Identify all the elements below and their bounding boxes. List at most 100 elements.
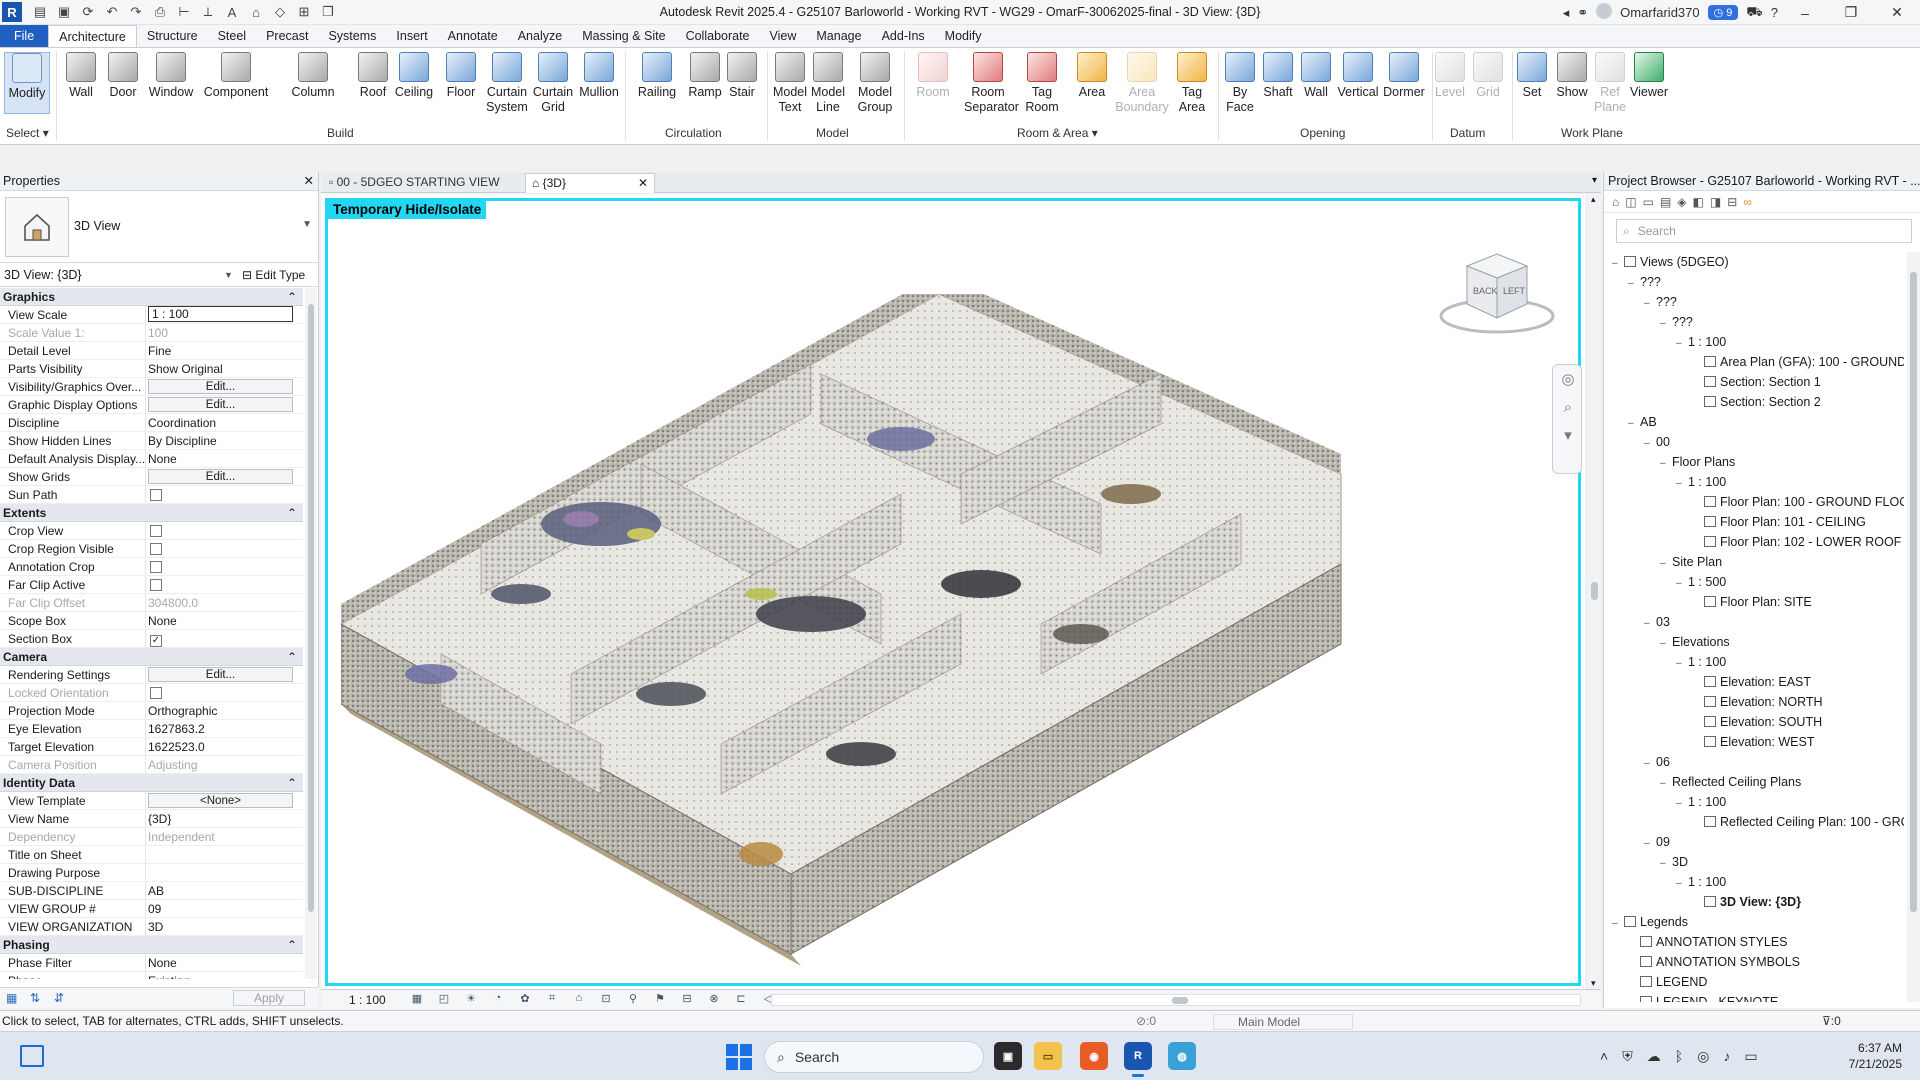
collapse-toggle-icon[interactable]: – [1660, 314, 1672, 334]
browser-group-item[interactable]: – Views (5DGEO) [1604, 252, 1904, 272]
property-value[interactable]: None [146, 450, 303, 467]
curtain-system-tool[interactable]: Curtain System [482, 52, 532, 115]
browser-view-item[interactable]: Section: Section 1 [1604, 372, 1904, 392]
close-icon[interactable]: ✕ [304, 172, 314, 191]
property-value[interactable]: 1622523.0 [146, 738, 303, 755]
text-icon[interactable]: A [222, 3, 242, 21]
tab-systems[interactable]: Systems [318, 25, 386, 47]
view-scale-input[interactable]: 1 : 100 [148, 306, 293, 322]
file-explorer-icon[interactable]: ▭ [1034, 1042, 1062, 1070]
edit-button[interactable]: Edit... [148, 667, 293, 682]
collapse-toggle-icon[interactable]: – [1628, 414, 1640, 434]
property-checkbox[interactable] [150, 561, 162, 573]
shaft-tool[interactable]: Shaft [1256, 52, 1300, 100]
crop-view-icon[interactable]: ⌗ [543, 992, 561, 1008]
browser-view-item[interactable]: Elevation: SOUTH [1604, 712, 1904, 732]
collapse-toggle-icon[interactable]: – [1676, 334, 1688, 354]
property-value[interactable]: 304800.0 [146, 594, 303, 611]
collapse-toggle-icon[interactable]: – [1644, 294, 1656, 314]
section-camera[interactable]: Camera ⌃ [0, 648, 303, 666]
property-value[interactable]: 09 [146, 900, 303, 917]
collapse-toggle-icon[interactable]: – [1660, 454, 1672, 474]
tab-steel[interactable]: Steel [208, 25, 257, 47]
point-cloud-model[interactable] [341, 294, 1591, 974]
back-arrow-icon[interactable]: ◂ [1563, 5, 1570, 21]
property-value[interactable]: {3D} [146, 810, 303, 827]
room-tool[interactable]: Room [910, 52, 956, 100]
tabs-overflow-icon[interactable]: ▾ [1592, 175, 1597, 186]
browser-group-item[interactable]: –1 : 100 [1604, 652, 1904, 672]
task-view-icon[interactable]: ▣ [994, 1042, 1022, 1070]
shadows-icon[interactable]: ◔ [489, 992, 507, 1008]
browser-group-item[interactable]: –00 [1604, 432, 1904, 452]
switch-windows-icon[interactable]: ❐ [318, 3, 338, 21]
home-icon[interactable]: ⌂ [246, 3, 266, 21]
property-value[interactable]: None [146, 954, 303, 971]
edit-button[interactable]: <None> [148, 793, 293, 808]
model-group-tool[interactable]: Model Group [852, 52, 898, 115]
dormer-tool[interactable]: Dormer [1380, 52, 1428, 100]
property-checkbox[interactable] [150, 525, 162, 537]
sheets-icon[interactable]: ▭ [1643, 195, 1654, 209]
temporary-hide-icon[interactable]: ⚲ [624, 992, 642, 1008]
browser-group-item[interactable]: –1 : 100 [1604, 472, 1904, 492]
browser-view-item[interactable]: ANNOTATION SYMBOLS [1604, 952, 1904, 972]
collapse-icon[interactable]: ⌃ [287, 288, 297, 306]
browser-group-item[interactable]: – Reflected Ceiling Plans [1604, 772, 1904, 792]
tab-analyze[interactable]: Analyze [508, 25, 572, 47]
property-checkbox[interactable] [150, 579, 162, 591]
browser-group-item[interactable]: –??? [1604, 292, 1904, 312]
browser-view-item[interactable]: ANNOTATION STYLES [1604, 932, 1904, 952]
families-icon[interactable]: ◈ [1677, 195, 1686, 209]
worksharing-icon[interactable]: ⊟ [678, 992, 696, 1008]
modify-tool[interactable]: Modify [4, 52, 50, 114]
edit-button[interactable]: Edit... [148, 379, 293, 394]
print-icon[interactable]: ⎙ [150, 3, 170, 21]
collapse-toggle-icon[interactable]: – [1644, 614, 1656, 634]
browser-view-item[interactable]: Floor Plan: 101 - CEILING [1604, 512, 1904, 532]
browser-view-item[interactable]: Section: Section 2 [1604, 392, 1904, 412]
sun-path-icon[interactable]: ☀ [462, 992, 480, 1008]
collapse-toggle-icon[interactable]: – [1676, 874, 1688, 894]
chain-link-icon[interactable]: ∞ [1743, 195, 1752, 209]
floor-tool[interactable]: Floor [438, 52, 484, 100]
browser-group-item[interactable]: –??? [1604, 272, 1904, 292]
chevron-down-icon[interactable]: ▼ [302, 219, 312, 230]
active-model-dropdown[interactable]: Main Model [1213, 1014, 1353, 1030]
taskbar-search[interactable]: ⌕ Search [764, 1041, 984, 1073]
bluetooth-icon[interactable]: ᛒ [1675, 1048, 1683, 1065]
browser-view-item[interactable]: Elevation: WEST [1604, 732, 1904, 752]
view-scale[interactable]: 1 : 100 [321, 993, 399, 1007]
property-value[interactable]: Show Original [146, 360, 303, 377]
section-identity-data[interactable]: Identity Data ⌃ [0, 774, 303, 792]
chevron-down-icon[interactable]: ▼ [224, 263, 233, 287]
collapse-icon[interactable]: ⌃ [287, 504, 297, 522]
vertical-tool[interactable]: Vertical [1334, 52, 1382, 100]
grid-tool[interactable]: Grid [1466, 52, 1510, 100]
tab-view[interactable]: View [760, 25, 807, 47]
browser-view-item[interactable]: Area Plan (GFA): 100 - GROUND [1604, 352, 1904, 372]
constraints-icon[interactable]: ⊏ [732, 992, 750, 1008]
collapse-toggle-icon[interactable]: – [1676, 794, 1688, 814]
collapse-toggle-icon[interactable]: – [1612, 914, 1624, 934]
steering-wheel-icon[interactable]: ◎ [1553, 365, 1583, 393]
widgets-icon[interactable] [20, 1045, 44, 1067]
filter-icon[interactable]: ⊽:0 [1822, 1014, 1841, 1028]
binoculars-icon[interactable]: ⚭ [1577, 5, 1588, 21]
collapse-icon[interactable]: ⌃ [287, 648, 297, 666]
browser-group-item[interactable]: – Site Plan [1604, 552, 1904, 572]
browser-view-item[interactable]: Reflected Ceiling Plan: 100 - GRC [1604, 812, 1904, 832]
lock-view-icon[interactable]: ⊡ [597, 992, 615, 1008]
align-icon[interactable]: ⟂ [198, 3, 218, 21]
room-separator-tool[interactable]: Room Separator [964, 52, 1019, 115]
crop-region-icon[interactable]: ⌂ [570, 992, 588, 1008]
window-tool[interactable]: Window [145, 52, 197, 100]
opening-wall-tool[interactable]: Wall [1296, 52, 1336, 100]
property-value[interactable]: By Discipline [146, 432, 303, 449]
property-value[interactable]: Fine [146, 342, 303, 359]
close-button[interactable]: ✕ [1878, 4, 1916, 21]
revit-taskbar-icon[interactable]: R [1124, 1042, 1152, 1077]
3d-viewport[interactable]: Temporary Hide/Isolate BACK LEFT ◎ ⌕ ▾ [321, 194, 1585, 989]
column-tool[interactable]: Column [289, 52, 337, 100]
revit-logo-icon[interactable]: R [2, 2, 22, 22]
